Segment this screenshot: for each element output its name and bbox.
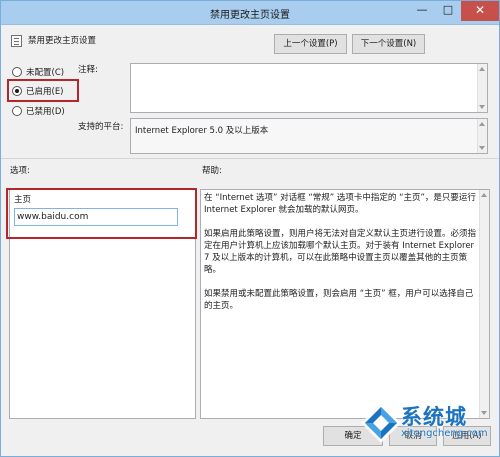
enabled-option-highlight (7, 79, 79, 102)
radio-button[interactable] (12, 67, 22, 77)
help-scrollbar[interactable] (479, 190, 489, 418)
ok-button[interactable]: 确定 (323, 426, 383, 446)
policy-dialog-window: 禁用更改主页设置 — □ ✕ 禁用更改主页设置 上一个设置(P) 下一个设置(N… (0, 0, 500, 457)
next-setting-button[interactable]: 下一个设置(N) (352, 34, 425, 54)
help-panel: 在 “Internet 选项” 对话框 “常规” 选项卡中指定的 “主页”，是只… (200, 189, 490, 419)
help-text: 在 “Internet 选项” 对话框 “常规” 选项卡中指定的 “主页”，是只… (204, 192, 476, 324)
supported-platform-box: Internet Explorer 5.0 及以上版本 (130, 118, 488, 154)
scroll-down-arrow-icon[interactable] (479, 146, 485, 150)
radio-label: 已禁用(D) (26, 107, 65, 117)
help-heading: 帮助: (202, 166, 222, 176)
comment-scrollbar[interactable] (477, 64, 487, 112)
platform-label: 支持的平台: (78, 122, 124, 132)
comment-textarea[interactable] (130, 63, 488, 113)
help-paragraph: 如果禁用或未配置此策略设置，则会启用 “主页” 框，用户可以选择自己的主页。 (204, 289, 474, 311)
maximize-button[interactable]: □ (435, 1, 461, 21)
cancel-button[interactable]: 取消 (389, 426, 437, 446)
platform-scrollbar[interactable] (477, 119, 487, 153)
options-heading: 选项: (10, 166, 30, 176)
scroll-down-arrow-icon[interactable] (479, 105, 485, 109)
help-paragraph: 在 “Internet 选项” 对话框 “常规” 选项卡中指定的 “主页”，是只… (204, 193, 476, 215)
help-paragraph: 如果启用此策略设置，则用户将无法对自定义默认主页进行设置。必须指定在用户计算机上… (204, 229, 477, 275)
radio-label: 未配置(C) (26, 68, 65, 78)
comment-label: 注释: (78, 65, 98, 75)
scroll-up-arrow-icon[interactable] (479, 122, 485, 126)
scroll-up-arrow-icon[interactable] (481, 193, 487, 197)
platform-value: Internet Explorer 5.0 及以上版本 (135, 126, 269, 136)
previous-setting-button[interactable]: 上一个设置(P) (274, 34, 347, 54)
minimize-button[interactable]: — (409, 1, 435, 21)
section-divider (1, 158, 499, 159)
radio-button[interactable] (12, 106, 22, 116)
scroll-down-arrow-icon[interactable] (481, 411, 487, 415)
apply-button[interactable]: 应用(A) (443, 426, 491, 446)
policy-name: 禁用更改主页设置 (28, 36, 97, 46)
homepage-field-highlight (6, 188, 197, 239)
close-button[interactable]: ✕ (461, 1, 499, 21)
scroll-up-arrow-icon[interactable] (479, 67, 485, 71)
title-bar[interactable]: 禁用更改主页设置 — □ ✕ (1, 1, 499, 25)
policy-setting-icon (11, 35, 22, 47)
